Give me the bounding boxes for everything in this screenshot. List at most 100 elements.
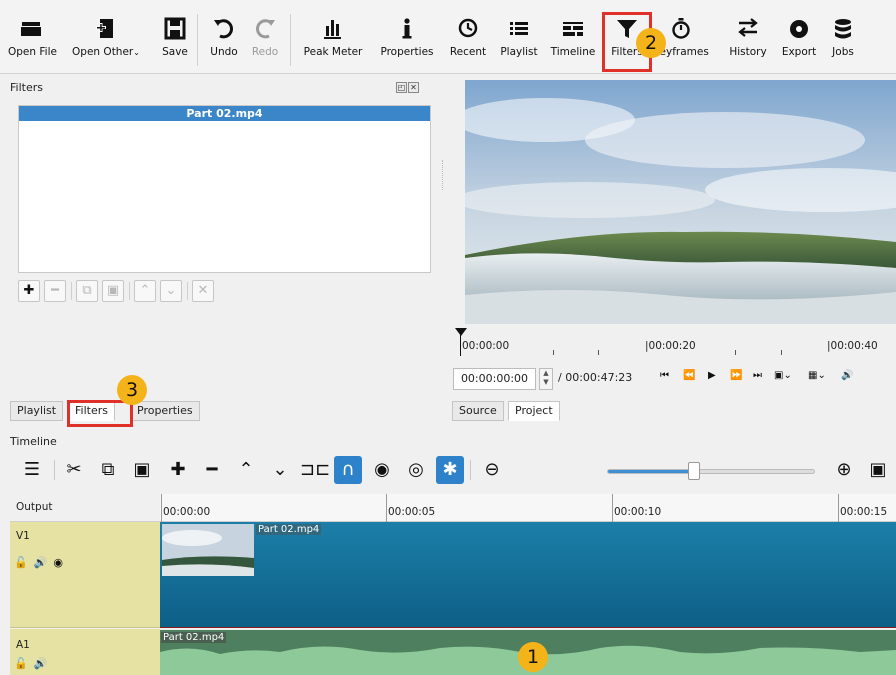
button-separator xyxy=(187,282,188,300)
chevron-down-icon: ⌄ xyxy=(165,283,177,298)
button-separator xyxy=(129,282,130,300)
jobs-button[interactable]: Jobs xyxy=(822,14,864,58)
cut-button[interactable]: ✂ xyxy=(60,456,88,484)
v1-track-clip[interactable]: Part 02.mp4 xyxy=(160,522,896,628)
ruler-tick xyxy=(735,350,736,355)
add-filter-button[interactable]: ✚ xyxy=(18,280,40,302)
properties-button[interactable]: Properties xyxy=(378,14,436,58)
overwrite-button[interactable]: ⌄ xyxy=(266,456,294,484)
fast-forward-icon[interactable]: ⏩ xyxy=(730,370,742,381)
timeline-tick xyxy=(612,494,613,522)
main-toolbar: Open File Open Other⌄ Save Undo Redo Pea… xyxy=(0,0,896,74)
skip-next-icon[interactable]: ⏭ xyxy=(753,370,762,381)
timeline-menu-button[interactable]: ☰ xyxy=(18,456,46,484)
zoom-slider-track[interactable] xyxy=(607,469,815,474)
zoom-fit-icon[interactable]: ▣⌄ xyxy=(774,370,792,381)
split-button[interactable]: ⊐⊏ xyxy=(300,456,331,484)
mute-icon[interactable]: 🔊 xyxy=(34,657,54,670)
snap-toggle-button[interactable]: ∩ xyxy=(334,456,362,484)
open-file-button[interactable]: Open File xyxy=(8,14,57,58)
deselect-filter-button[interactable]: ✕ xyxy=(192,280,214,302)
ripple-all-tracks-button[interactable]: ✱ xyxy=(436,456,464,484)
copy-button[interactable]: ⧉ xyxy=(94,456,122,484)
lift-button[interactable]: ⌃ xyxy=(232,456,260,484)
zoom-slider-handle[interactable] xyxy=(688,462,701,480)
tab-properties[interactable]: Properties xyxy=(130,401,200,421)
v1-track-header[interactable]: V1 🔓🔊◉ xyxy=(10,522,160,628)
zoom-fit-icon: ▣ xyxy=(869,459,887,480)
track-headers: Output V1 🔓🔊◉ A1 🔓🔊 xyxy=(10,494,160,675)
zoom-fit-button[interactable]: ▣ xyxy=(864,456,892,484)
tab-playlist[interactable]: Playlist xyxy=(10,401,64,421)
remove-filter-button[interactable]: ━ xyxy=(44,280,66,302)
ripple-button[interactable]: ◎ xyxy=(402,456,430,484)
tab-source[interactable]: Source xyxy=(452,401,504,421)
filters-tab-highlight xyxy=(67,400,133,427)
history-icon xyxy=(738,18,758,37)
float-panel-icon[interactable]: ◰ xyxy=(396,82,407,93)
redo-button[interactable]: Redo xyxy=(248,14,282,58)
rewind-icon[interactable]: ⏪ xyxy=(683,370,695,381)
copy-filter-button[interactable]: ⧉ xyxy=(76,280,98,302)
list-icon xyxy=(510,22,528,35)
open-other-button[interactable]: Open Other⌄ xyxy=(56,14,156,58)
a1-track-label: A1 xyxy=(16,639,30,651)
viewer-ruler-label: |00:00:20 xyxy=(645,340,696,352)
playhead-line xyxy=(460,334,461,356)
timecode-input[interactable]: 00:00:00:00 xyxy=(453,368,536,390)
clipboard-icon: ▣ xyxy=(106,283,120,298)
play-icon[interactable]: ▶ xyxy=(708,370,716,381)
timeline-ruler[interactable]: 00:00:00 00:00:05 00:00:10 00:00:15 xyxy=(160,494,896,522)
timeline-ruler-label: 00:00:10 xyxy=(614,506,662,518)
eye-icon[interactable]: ◉ xyxy=(53,556,69,569)
peak-meter-button[interactable]: Peak Meter xyxy=(302,14,364,58)
ruler-tick xyxy=(598,350,599,355)
mute-icon[interactable]: 🔊 xyxy=(34,556,54,569)
timeline-ruler-label: 00:00:05 xyxy=(388,506,436,518)
playhead-icon xyxy=(455,328,467,336)
undo-button[interactable]: Undo xyxy=(206,14,242,58)
zoom-in-button[interactable]: ⊕ xyxy=(830,456,858,484)
ripple-delete-button[interactable]: ━ xyxy=(198,456,226,484)
player-controls: 00:00:00:00 ▲ ▼ / 00:00:47:23 ⏮ ⏪ ▶ ⏩ ⏭ ▣… xyxy=(453,368,896,394)
save-button[interactable]: Save xyxy=(158,14,192,58)
video-frame-wave xyxy=(465,80,896,324)
copy-icon: ⧉ xyxy=(82,283,92,298)
paste-filter-button[interactable]: ▣ xyxy=(102,280,124,302)
asterisk-icon: ✱ xyxy=(442,459,458,480)
video-viewer[interactable] xyxy=(465,80,896,324)
lock-icon[interactable]: 🔓 xyxy=(14,657,34,670)
grid-icon[interactable]: ▦⌄ xyxy=(808,370,826,381)
lock-icon[interactable]: 🔓 xyxy=(14,556,34,569)
eye-icon: ◉ xyxy=(374,459,390,480)
history-button[interactable]: History xyxy=(726,14,770,58)
export-button[interactable]: Export xyxy=(778,14,820,58)
info-icon xyxy=(402,18,412,39)
folder-icon xyxy=(21,22,41,36)
move-filter-up-button[interactable]: ⌃ xyxy=(134,280,156,302)
scrub-button[interactable]: ◉ xyxy=(368,456,396,484)
tab-project[interactable]: Project xyxy=(508,401,560,421)
toolbar-separator xyxy=(290,14,291,66)
duration-label: / 00:00:47:23 xyxy=(558,371,633,384)
panel-splitter[interactable] xyxy=(442,160,445,190)
undo-icon xyxy=(214,19,233,39)
viewer-ruler[interactable]: 00:00:00 |00:00:20 |00:00:40 xyxy=(455,328,896,358)
close-panel-icon[interactable]: ✕ xyxy=(408,82,419,93)
plus-icon: ✚ xyxy=(170,459,186,480)
paste-button[interactable]: ▣ xyxy=(128,456,156,484)
recent-button[interactable]: Recent xyxy=(446,14,490,58)
timeline-button[interactable]: Timeline xyxy=(548,14,598,58)
split-icon: ⊐⊏ xyxy=(300,459,331,480)
volume-icon[interactable]: 🔊 xyxy=(841,370,853,381)
filter-list[interactable]: Part 02.mp4 xyxy=(18,105,431,273)
timeline-ruler-label: 00:00:00 xyxy=(163,506,211,518)
append-button[interactable]: ✚ xyxy=(164,456,192,484)
zoom-out-button[interactable]: ⊖ xyxy=(478,456,506,484)
a1-track-header[interactable]: A1 🔓🔊 xyxy=(10,629,160,675)
playlist-button[interactable]: Playlist xyxy=(496,14,542,58)
move-filter-down-button[interactable]: ⌄ xyxy=(160,280,182,302)
timecode-spinner[interactable]: ▲ ▼ xyxy=(539,368,553,390)
timeline-tick xyxy=(838,494,839,522)
skip-previous-icon[interactable]: ⏮ xyxy=(660,370,669,381)
